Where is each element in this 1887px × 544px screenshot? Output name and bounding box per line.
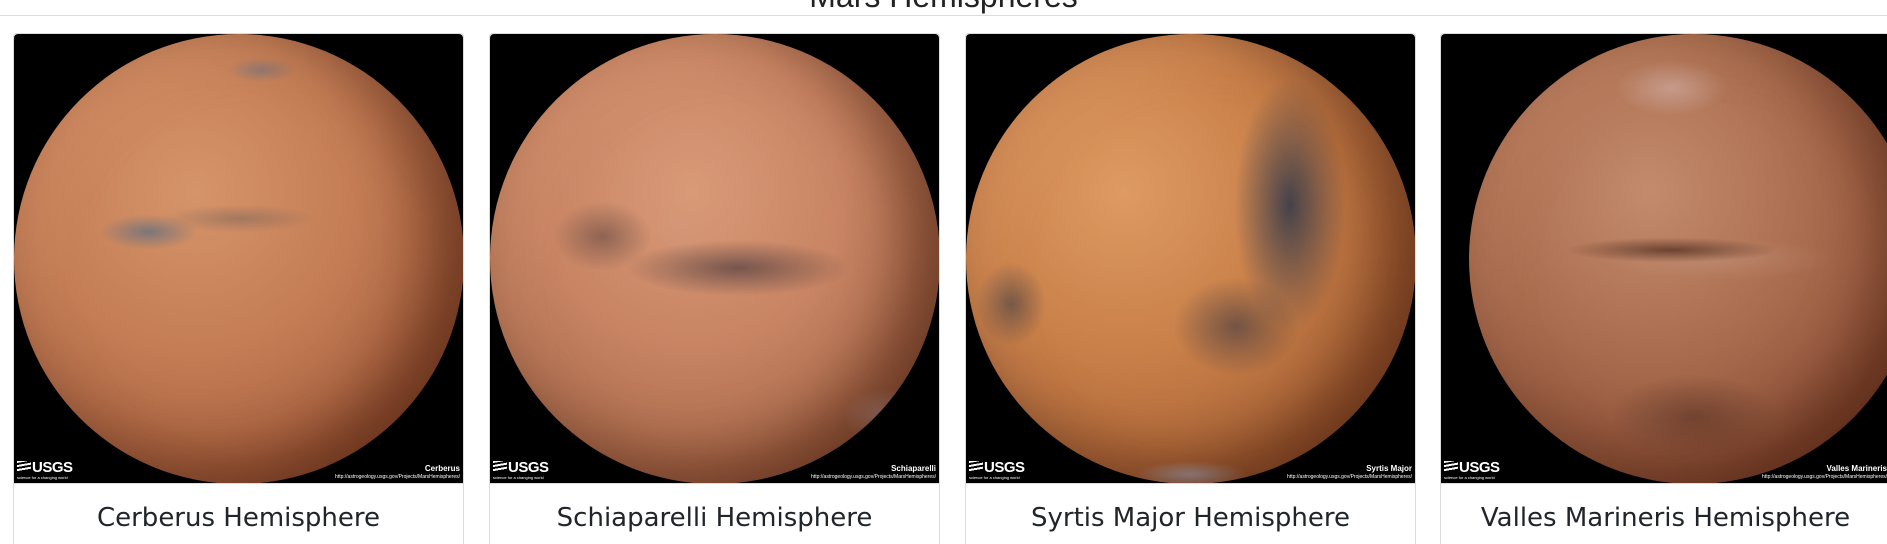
page-title: Mars Hemispheres [0, 0, 1887, 12]
card-caption: Cerberus Hemisphere [14, 483, 463, 544]
image-credit: Valles Marineris http://astrogeology.usg… [1762, 464, 1887, 480]
image-url-text: http://astrogeology.usgs.gov/Projects/Ma… [1762, 474, 1887, 480]
hemisphere-image[interactable]: USGS science for a changing world Syrtis… [966, 34, 1415, 483]
hemisphere-card-cerberus[interactable]: USGS science for a changing world Cerber… [13, 33, 464, 544]
card-caption: Syrtis Major Hemisphere [966, 483, 1415, 544]
card-caption: Schiaparelli Hemisphere [490, 483, 939, 544]
page: Mars Hemispheres USGS science for a chan… [0, 0, 1887, 544]
image-url-text: http://astrogeology.usgs.gov/Projects/Ma… [811, 474, 936, 480]
usgs-logo: USGS science for a changing world [493, 459, 549, 480]
hemisphere-title[interactable]: Valles Marineris Hemisphere [1441, 484, 1887, 534]
hemisphere-card-valles-marineris[interactable]: USGS science for a changing world Valles… [1440, 33, 1887, 544]
hemisphere-card-schiaparelli[interactable]: USGS science for a changing world Schiap… [489, 33, 940, 544]
hemisphere-title[interactable]: Schiaparelli Hemisphere [490, 484, 939, 534]
hemisphere-gallery: USGS science for a changing world Cerber… [13, 33, 1887, 544]
image-label: Syrtis Major [1366, 464, 1412, 473]
mars-globe-image [490, 34, 939, 483]
usgs-logo: USGS science for a changing world [1444, 459, 1500, 480]
card-caption: Valles Marineris Hemisphere [1441, 483, 1887, 544]
usgs-logo: USGS science for a changing world [17, 459, 73, 480]
mars-globe-image [1469, 34, 1887, 483]
mars-globe-image [14, 34, 463, 483]
image-url-text: http://astrogeology.usgs.gov/Projects/Ma… [1287, 474, 1412, 480]
image-credit: Syrtis Major http://astrogeology.usgs.go… [1287, 464, 1412, 480]
image-label: Schiaparelli [891, 464, 936, 473]
usgs-logo-icon [17, 461, 31, 471]
hemisphere-card-syrtis-major[interactable]: USGS science for a changing world Syrtis… [965, 33, 1416, 544]
image-credit: Schiaparelli http://astrogeology.usgs.go… [811, 464, 936, 480]
usgs-logo-icon [493, 461, 507, 471]
usgs-logo: USGS science for a changing world [969, 459, 1025, 480]
usgs-logo-icon [1444, 461, 1458, 471]
image-url-text: http://astrogeology.usgs.gov/Projects/Ma… [335, 474, 460, 480]
hemisphere-image[interactable]: USGS science for a changing world Valles… [1441, 34, 1887, 483]
hemisphere-title[interactable]: Cerberus Hemisphere [14, 484, 463, 534]
hemisphere-image[interactable]: USGS science for a changing world Cerber… [14, 34, 463, 483]
mars-globe-image [966, 34, 1415, 483]
page-header: Mars Hemispheres [0, 0, 1887, 16]
image-credit: Cerberus http://astrogeology.usgs.gov/Pr… [335, 464, 460, 480]
image-label: Valles Marineris [1826, 464, 1887, 473]
usgs-logo-icon [969, 461, 983, 471]
hemisphere-image[interactable]: USGS science for a changing world Schiap… [490, 34, 939, 483]
image-label: Cerberus [424, 464, 460, 473]
hemisphere-title[interactable]: Syrtis Major Hemisphere [966, 484, 1415, 534]
